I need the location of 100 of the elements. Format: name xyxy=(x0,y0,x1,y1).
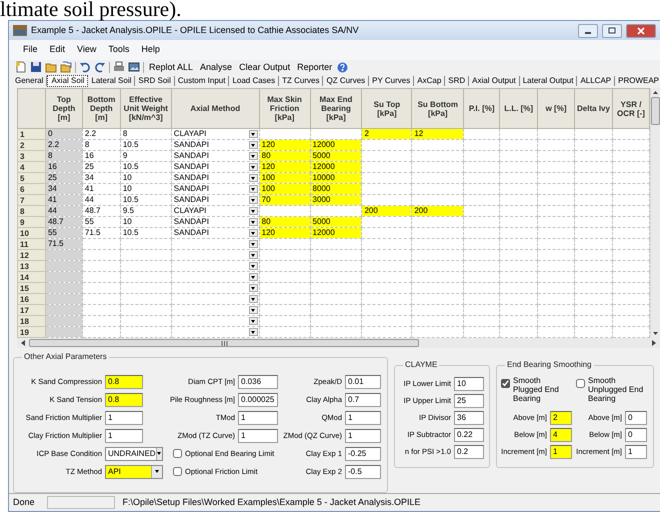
tab[interactable]: Lateral Soil xyxy=(88,76,136,86)
input-field[interactable]: 0.000025 xyxy=(238,392,278,406)
horizontal-scrollbar[interactable] xyxy=(17,338,660,348)
input-field[interactable]: 1 xyxy=(550,444,572,458)
dropdown-cell[interactable]: SANDAPI xyxy=(171,150,260,162)
maximize-icon xyxy=(608,27,616,34)
dropdown-cell[interactable] xyxy=(171,304,260,316)
table-cell: 12000 xyxy=(310,228,362,238)
dropdown-cell[interactable]: CLAYAPI xyxy=(171,128,260,140)
input-field[interactable]: 1 xyxy=(625,444,647,458)
checkbox[interactable] xyxy=(501,379,510,388)
input-field[interactable]: 0.01 xyxy=(345,374,381,388)
input-field[interactable]: 0.8 xyxy=(105,374,143,388)
input-field[interactable]: 0.7 xyxy=(345,392,381,406)
toolbar-button[interactable] xyxy=(128,61,140,73)
toolbar-button[interactable]: Analyse xyxy=(198,62,234,72)
input-field[interactable]: 1 xyxy=(105,428,143,442)
tab[interactable]: Axial Output xyxy=(469,76,520,86)
tab[interactable]: QZ Curves xyxy=(323,76,370,86)
dropdown-cell[interactable] xyxy=(171,316,260,326)
input-field[interactable]: 1 xyxy=(238,410,278,424)
dropdown-cell[interactable]: SANDAPI xyxy=(171,140,260,150)
input-field[interactable]: 0.2 xyxy=(454,444,484,458)
dropdown-cell[interactable] xyxy=(171,238,260,250)
input-field[interactable]: 1 xyxy=(345,410,381,424)
checkbox[interactable] xyxy=(173,467,182,476)
caret-icon xyxy=(248,284,258,292)
input-field[interactable]: 2 xyxy=(550,410,572,424)
input-field[interactable]: 1 xyxy=(345,428,381,442)
dropdown[interactable]: UNDRAINED xyxy=(105,446,163,460)
dropdown-cell[interactable]: SANDAPI xyxy=(171,184,260,194)
tab[interactable]: SRD Soil xyxy=(135,76,175,86)
dropdown-cell[interactable]: SANDAPI xyxy=(171,194,260,206)
checkbox[interactable] xyxy=(173,449,182,458)
input-field[interactable]: 0.036 xyxy=(238,374,278,388)
table-cell: 8000 xyxy=(310,184,362,194)
row-header: 3 xyxy=(18,150,46,162)
row-header: 4 xyxy=(18,162,46,172)
menu-item[interactable]: Edit xyxy=(44,43,72,57)
row-header: 15 xyxy=(18,282,46,294)
input-field[interactable]: 4 xyxy=(550,428,572,442)
dropdown-cell[interactable] xyxy=(171,250,260,260)
caret-icon xyxy=(248,229,258,237)
tab[interactable]: Load Cases xyxy=(229,76,280,86)
scrollbar-thumb[interactable] xyxy=(29,339,419,347)
menu-item[interactable]: Tools xyxy=(102,43,136,57)
input-field[interactable]: 1 xyxy=(105,410,143,424)
input-field[interactable]: 0.22 xyxy=(454,428,484,442)
checkbox[interactable] xyxy=(576,379,585,388)
tab[interactable]: Axial Soil xyxy=(47,75,88,87)
scrollbar-thumb[interactable] xyxy=(651,97,660,125)
toolbar-button[interactable] xyxy=(15,61,27,73)
input-field[interactable]: 0 xyxy=(625,410,647,424)
input-field[interactable]: 10 xyxy=(454,376,484,390)
tab[interactable]: Lateral Output xyxy=(520,76,578,86)
input-field[interactable]: 1 xyxy=(238,428,278,442)
dropdown-cell[interactable] xyxy=(171,260,260,272)
input-field[interactable]: -0.25 xyxy=(345,446,381,460)
dropdown-cell[interactable] xyxy=(171,282,260,294)
tab[interactable]: PROWEAP xyxy=(615,76,660,86)
toolbar-button[interactable] xyxy=(30,61,42,73)
help-icon[interactable] xyxy=(337,62,348,72)
dropdown[interactable]: API xyxy=(105,464,163,478)
input-field[interactable]: 25 xyxy=(454,394,484,408)
maximize-button[interactable] xyxy=(602,24,622,38)
tab[interactable]: SRD xyxy=(445,76,470,86)
toolbar-button[interactable] xyxy=(60,61,72,73)
dropdown-cell[interactable]: CLAYAPI xyxy=(171,206,260,216)
input-field[interactable]: 0 xyxy=(625,428,647,442)
toolbar-button[interactable]: Replot ALL xyxy=(147,62,196,72)
close-button[interactable] xyxy=(626,24,656,38)
column-header: Bottom Depth [m] xyxy=(82,88,120,128)
input-field[interactable]: -0.5 xyxy=(345,464,381,478)
tab[interactable]: AxCap xyxy=(414,76,446,86)
toolbar-button[interactable]: Reporter xyxy=(295,62,334,72)
minimize-button[interactable] xyxy=(578,24,598,38)
dropdown-cell[interactable]: SANDAPI xyxy=(171,172,260,184)
toolbar-button[interactable] xyxy=(79,61,91,73)
input-field[interactable]: 0.8 xyxy=(105,392,143,406)
toolbar-button[interactable] xyxy=(94,61,106,73)
tab[interactable]: Custom Input xyxy=(174,76,230,86)
table-cell: 5000 xyxy=(310,216,362,228)
tab[interactable]: ALLCAP xyxy=(577,76,616,86)
table-cell: 10 xyxy=(120,216,172,228)
dropdown-cell[interactable]: SANDAPI xyxy=(171,216,260,228)
row-header: 6 xyxy=(18,184,46,194)
dropdown-cell[interactable]: SANDAPI xyxy=(171,162,260,172)
input-field[interactable]: 36 xyxy=(454,410,484,424)
dropdown-cell[interactable] xyxy=(171,272,260,282)
menu-item[interactable]: Help xyxy=(135,43,166,57)
caret-icon xyxy=(156,448,162,460)
vertical-scrollbar[interactable] xyxy=(650,88,660,338)
toolbar-button[interactable] xyxy=(113,61,125,73)
menu-item[interactable]: File xyxy=(17,43,44,57)
toolbar-button[interactable]: Clear Output xyxy=(237,62,292,72)
tab[interactable]: TZ Curves xyxy=(279,76,324,86)
tab[interactable]: PY Curves xyxy=(369,76,414,86)
dropdown-cell[interactable] xyxy=(171,294,260,304)
dropdown-cell[interactable]: SANDAPI xyxy=(171,228,260,238)
menu-item[interactable]: View xyxy=(71,43,102,57)
